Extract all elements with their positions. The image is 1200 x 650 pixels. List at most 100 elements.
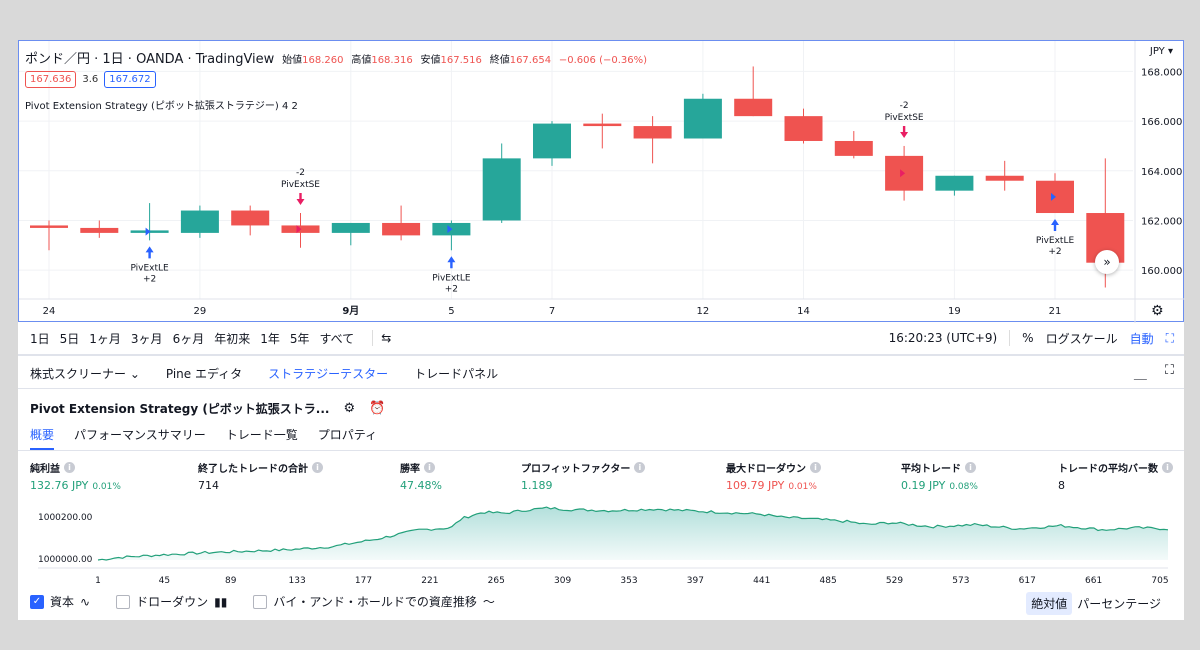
metric-item: 平均トレード i 0.19 JPY 0.08% — [901, 460, 978, 492]
signal-name: PivExtLE — [130, 263, 169, 273]
equity-y-label: 1000000.00 — [38, 555, 93, 565]
equity-x-label: 485 — [820, 576, 837, 586]
timeframe-button[interactable]: 6ヶ月 — [173, 330, 205, 347]
strategy-alert-clock-icon[interactable]: ⏰ — [369, 401, 385, 416]
signal-name: PivExtSE — [281, 180, 320, 190]
sell-button[interactable]: 167.636 — [25, 71, 77, 88]
metric-label: プロフィットファクター i — [521, 460, 646, 475]
value-mode-option[interactable]: 絶対値 — [1026, 592, 1073, 615]
currency-selector[interactable]: JPY ▾ — [1150, 46, 1173, 57]
series-style-icon[interactable]: ∿ — [80, 595, 90, 609]
open-label: 始値 — [282, 55, 303, 66]
value-mode-option[interactable]: パーセンテージ — [1072, 592, 1166, 615]
maximize-icon[interactable]: ⛶ — [1165, 363, 1174, 382]
candle[interactable] — [784, 108, 823, 144]
equity-option[interactable]: ドローダウン ▮▮ — [116, 593, 227, 610]
candle[interactable] — [834, 131, 873, 159]
candle[interactable] — [80, 220, 119, 238]
percent-toggle[interactable]: % — [1022, 331, 1033, 345]
timeframe-button[interactable]: 3ヶ月 — [131, 330, 163, 347]
metric-value: 0.19 JPY 0.08% — [901, 479, 978, 492]
timeframe-button[interactable]: 5年 — [290, 330, 310, 347]
equity-x-label: 397 — [687, 576, 704, 586]
strategy-sub-tab[interactable]: パフォーマンスサマリー — [74, 426, 206, 450]
timeframe-button[interactable]: 年初来 — [214, 330, 250, 347]
candle[interactable] — [734, 66, 773, 117]
info-icon[interactable]: i — [634, 462, 646, 473]
candle[interactable] — [30, 220, 68, 251]
info-icon[interactable]: i — [810, 462, 821, 473]
timeframe-buttons: 1日 5日 1ヶ月 3ヶ月 6ヶ月 年初来 1年 5年 すべて — [30, 330, 364, 347]
candle[interactable] — [331, 222, 370, 246]
info-icon[interactable]: i — [312, 462, 323, 473]
scroll-to-latest-icon[interactable]: » — [1095, 250, 1119, 274]
equity-option[interactable]: バイ・アンド・ホールドでの資産推移〜 — [253, 593, 495, 610]
series-style-icon[interactable]: ▮▮ — [214, 595, 227, 609]
checkbox[interactable] — [116, 594, 131, 609]
bottom-tab[interactable]: 株式スクリーナー ⌄ — [30, 365, 140, 382]
fullscreen-icon[interactable]: ⛶ — [1166, 331, 1174, 346]
candle[interactable] — [130, 203, 169, 241]
info-icon[interactable]: i — [1162, 462, 1173, 473]
strategy-sub-tab[interactable]: 概要 — [30, 426, 55, 450]
candle[interactable] — [533, 121, 571, 166]
candlestick-chart[interactable]: 168.000 166.000 164.000 162.000 160.000 24 29 9… — [19, 41, 1185, 323]
candle[interactable] — [432, 220, 471, 251]
candle[interactable] — [231, 205, 270, 236]
log-scale-toggle[interactable]: ログスケール — [1046, 330, 1118, 347]
candle[interactable] — [683, 93, 722, 139]
timeframe-button[interactable]: すべて — [320, 330, 355, 347]
strategy-legend[interactable]: Pivot Extension Strategy (ピボット拡張ストラテジー) … — [25, 97, 298, 112]
equity-x-label: 705 — [1151, 576, 1168, 586]
clock-time[interactable]: 16:20:23 (UTC+9) — [889, 331, 998, 345]
info-icon[interactable]: i — [965, 462, 976, 473]
panel-separator[interactable] — [18, 354, 1184, 356]
strategy-sub-tab[interactable]: トレード一覧 — [226, 426, 298, 450]
info-icon[interactable]: i — [424, 462, 435, 473]
bottom-tab[interactable]: ストラテジーテスター — [268, 365, 388, 382]
checkbox[interactable]: ✓ — [30, 594, 44, 609]
timeframe-button[interactable]: 1年 — [260, 330, 280, 347]
price-chart-panel[interactable]: 168.000 166.000 164.000 162.000 160.000 24 29 9… — [18, 40, 1185, 323]
date-range-icon[interactable]: ⇆ — [381, 331, 391, 345]
checkbox[interactable] — [253, 594, 268, 609]
equity-option[interactable]: ✓ 資本 ∿ — [30, 593, 90, 610]
timeframe-button[interactable]: 1日 — [30, 330, 50, 347]
buy-button[interactable]: 167.672 — [104, 71, 156, 88]
signal-name: PivExtSE — [885, 113, 924, 123]
candle[interactable] — [985, 160, 1024, 191]
strategy-sub-tab[interactable]: プロパティ — [318, 426, 377, 450]
candle[interactable] — [180, 205, 219, 238]
metric-label-text: 終了したトレードの合計 — [198, 464, 308, 475]
strategy-title[interactable]: Pivot Extension Strategy (ピボット拡張ストラ... — [30, 400, 330, 417]
metric-value-text: 132.76 JPY — [30, 479, 89, 492]
auto-scale-toggle[interactable]: 自動 — [1130, 330, 1154, 347]
chart-settings-gear-icon[interactable]: ⚙ — [1151, 303, 1164, 319]
equity-x-label: 89 — [225, 576, 237, 586]
equity-curve-chart[interactable]: 1000200.00 1000000.00 1 45 89 133 177 221 265 309… — [18, 498, 1184, 590]
candle[interactable] — [382, 205, 421, 241]
candle[interactable] — [1036, 173, 1074, 214]
candle[interactable] — [482, 143, 521, 223]
trade-buttons: 167.636 3.6 167.672 — [25, 71, 156, 88]
metric-value-text: 109.79 JPY — [726, 479, 785, 492]
timeframe-button[interactable]: 1ヶ月 — [89, 330, 121, 347]
metric-label-text: プロフィットファクター — [521, 464, 631, 475]
candle[interactable] — [633, 116, 672, 164]
time-tick-label: 29 — [194, 306, 207, 317]
candle-body — [985, 175, 1024, 181]
series-style-icon[interactable]: 〜 — [483, 593, 495, 610]
bottom-tab[interactable]: Pine エディタ — [166, 365, 242, 382]
candle-body — [583, 123, 622, 127]
candle[interactable] — [583, 113, 622, 149]
candle[interactable] — [281, 213, 320, 248]
info-icon[interactable]: i — [64, 462, 75, 473]
candle-body — [533, 123, 571, 159]
candle[interactable] — [935, 175, 974, 196]
subtabs-separator — [18, 450, 1184, 451]
signal-qty: -2 — [900, 101, 909, 111]
minimize-icon[interactable]: ＿ — [1134, 363, 1147, 382]
bottom-tab[interactable]: トレードパネル — [414, 365, 498, 382]
strategy-settings-gear-icon[interactable]: ⚙ — [344, 401, 356, 416]
timeframe-button[interactable]: 5日 — [60, 330, 80, 347]
